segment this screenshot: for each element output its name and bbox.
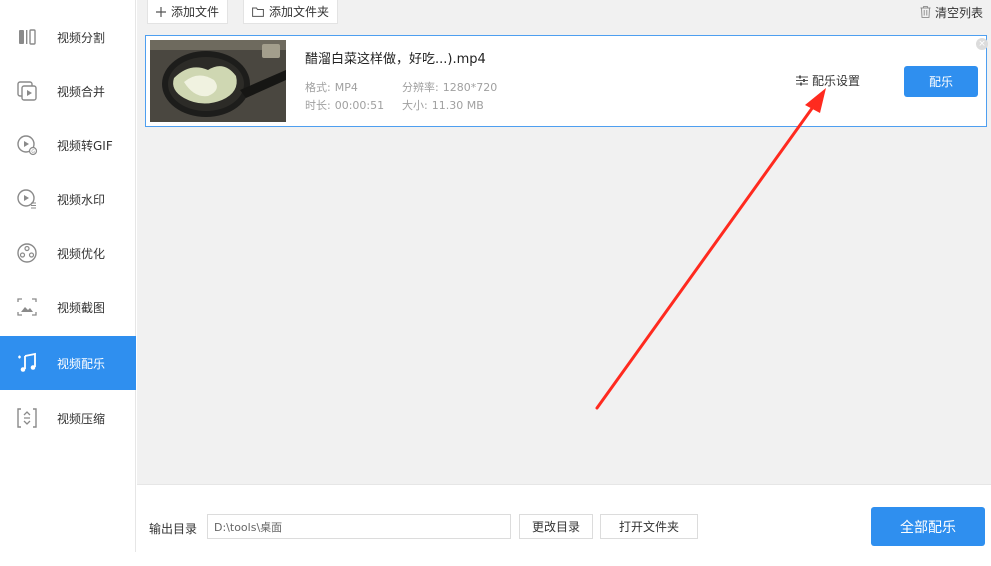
trash-icon xyxy=(920,6,931,18)
open-folder-button[interactable]: 打开文件夹 xyxy=(600,514,698,539)
video-thumbnail xyxy=(150,40,286,122)
file-name: 醋溜白菜这样做，好吃...).mp4 xyxy=(305,52,486,67)
file-list-area: 添加文件 添加文件夹 清空列表 醋溜白菜这样做，好吃...).mp4 格式: M… xyxy=(137,0,991,484)
music-icon xyxy=(18,352,36,372)
add-file-button[interactable]: 添加文件 xyxy=(147,0,229,24)
split-icon xyxy=(19,29,36,45)
clear-list-label: 清空列表 xyxy=(934,5,983,20)
settings-sliders-icon xyxy=(796,75,808,86)
svg-text:G: G xyxy=(31,149,35,155)
sidebar-item-compress[interactable]: 视频压缩 xyxy=(0,391,136,445)
output-dir-input[interactable] xyxy=(207,514,511,539)
sidebar-item-label: 视频合并 xyxy=(57,84,106,99)
file-item[interactable]: 醋溜白菜这样做，好吃...).mp4 格式: MP4 分辨率: 1280*720 时… xyxy=(145,35,988,127)
remove-file-icon[interactable]: × xyxy=(976,38,988,50)
sidebar-item-label: 视频分割 xyxy=(57,30,106,45)
duration-info: 时长: 00:00:51 xyxy=(305,97,384,113)
output-dir-label: 输出目录 xyxy=(149,522,198,536)
size-value: 11.30 MB xyxy=(431,99,484,112)
add-folder-label: 添加文件夹 xyxy=(269,5,330,19)
sidebar-item-watermark[interactable]: 视频水印 xyxy=(0,172,136,226)
music-settings-button[interactable]: 配乐设置 xyxy=(796,72,860,89)
plus-icon xyxy=(156,6,166,17)
add-folder-button[interactable]: 添加文件夹 xyxy=(243,0,339,24)
resolution-info: 分辨率: 1280*720 xyxy=(402,79,497,95)
add-file-label: 添加文件 xyxy=(171,5,220,19)
change-dir-button[interactable]: 更改目录 xyxy=(519,514,593,539)
format-value: MP4 xyxy=(334,81,358,94)
sidebar: 视频分割 视频合并 G 视频转GIF 视频水印 视频优化 视频截图 视频配乐 视… xyxy=(0,0,136,552)
gif-icon: G xyxy=(17,135,38,156)
resolution-value: 1280*720 xyxy=(442,81,498,94)
duration-value: 00:00:51 xyxy=(334,99,385,112)
duration-label: 时长: xyxy=(305,99,331,112)
sidebar-item-label: 视频压缩 xyxy=(57,411,106,426)
format-label: 格式: xyxy=(305,81,331,94)
sidebar-item-optimize[interactable]: 视频优化 xyxy=(0,226,136,280)
sidebar-item-music[interactable]: 视频配乐 xyxy=(0,336,136,390)
folder-icon xyxy=(252,7,264,17)
format-info: 格式: MP4 xyxy=(305,79,358,95)
watermark-icon xyxy=(17,189,36,209)
sidebar-item-split[interactable]: 视频分割 xyxy=(0,10,136,64)
screenshot-icon xyxy=(17,298,37,316)
sidebar-item-gif[interactable]: G 视频转GIF xyxy=(0,118,136,172)
optimize-icon xyxy=(17,243,37,263)
compress-icon xyxy=(17,408,37,428)
music-settings-label: 配乐设置 xyxy=(812,74,861,88)
sidebar-item-merge[interactable]: 视频合并 xyxy=(0,64,136,118)
sidebar-item-label: 视频转GIF xyxy=(57,138,113,153)
add-music-button[interactable]: 配乐 xyxy=(904,66,978,97)
sidebar-item-screenshot[interactable]: 视频截图 xyxy=(0,280,136,334)
sidebar-item-label: 视频水印 xyxy=(57,192,106,207)
size-label: 大小: xyxy=(402,99,428,112)
merge-icon xyxy=(17,81,37,101)
resolution-label: 分辨率: xyxy=(402,81,439,94)
sidebar-item-label: 视频配乐 xyxy=(57,356,106,371)
clear-list-button[interactable]: 清空列表 xyxy=(920,2,983,22)
process-all-button[interactable]: 全部配乐 xyxy=(871,507,985,546)
sidebar-item-label: 视频优化 xyxy=(57,246,106,261)
sidebar-item-label: 视频截图 xyxy=(57,300,106,315)
size-info: 大小: 11.30 MB xyxy=(402,97,484,113)
output-bar: 输出目录 更改目录 打开文件夹 全部配乐 xyxy=(137,484,991,552)
